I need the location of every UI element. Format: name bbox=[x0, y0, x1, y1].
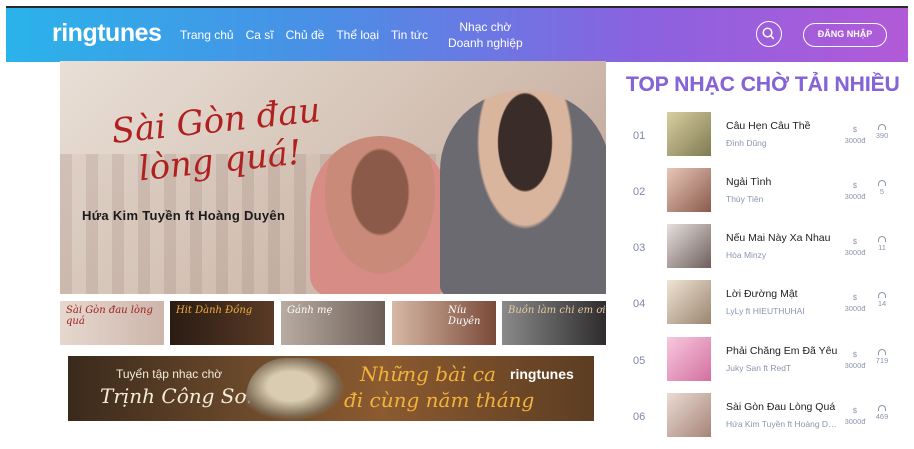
song-cover[interactable] bbox=[667, 112, 711, 156]
song-title[interactable]: Câu Hẹn Câu Thề bbox=[726, 120, 838, 132]
song-cover[interactable] bbox=[667, 280, 711, 324]
download-value: 390 bbox=[875, 131, 889, 140]
price-symbol: $ bbox=[852, 181, 858, 190]
price-value: 3000đ bbox=[844, 361, 866, 370]
song-artist[interactable]: LyLy ft HIEUTHUHAI bbox=[726, 306, 838, 316]
banner-title: Trịnh Công Sơn bbox=[100, 384, 260, 408]
song-cover[interactable] bbox=[667, 337, 711, 381]
download-count: 5 bbox=[872, 180, 892, 197]
download-value: 14 bbox=[877, 299, 887, 308]
price-symbol: $ bbox=[852, 350, 858, 359]
hero-artist: Hứa Kim Tuyền ft Hoàng Duyên bbox=[82, 208, 286, 223]
price: $3000đ bbox=[842, 405, 868, 427]
song-title[interactable]: Nếu Mai Này Xa Nhau bbox=[726, 232, 838, 244]
price-value: 3000đ bbox=[844, 136, 866, 145]
thumbnail-caption: Gánh mẹ bbox=[287, 305, 333, 316]
price: $3000đ bbox=[842, 349, 868, 371]
price: $3000đ bbox=[842, 236, 868, 258]
price-symbol: $ bbox=[852, 125, 858, 134]
thumbnail-1[interactable]: Sài Gòn đau lòng quá bbox=[60, 301, 164, 345]
song-title[interactable]: Phải Chăng Em Đã Yêu bbox=[726, 345, 838, 357]
hero-thumbnails: Sài Gòn đau lòng quá Hit Dành Đồng Gánh … bbox=[60, 301, 606, 345]
song-cover[interactable] bbox=[667, 168, 711, 212]
ringtone-item[interactable]: 03 Nếu Mai Này Xa Nhau Hòa Minzy $3000đ … bbox=[620, 224, 908, 280]
hero-male-singer-image bbox=[440, 91, 606, 294]
thumbnail-2[interactable]: Hit Dành Đồng bbox=[170, 301, 274, 345]
nav-item-business-ringtones[interactable]: Nhạc chờ Doanh nghiệp bbox=[448, 19, 523, 51]
ringtone-item[interactable]: 05 Phải Chăng Em Đã Yêu Juky San ft RedT… bbox=[620, 337, 908, 393]
hero-banner[interactable]: Sài Gòn đau lòng quá! Hứa Kim Tuyền ft H… bbox=[60, 61, 606, 294]
price-value: 3000đ bbox=[844, 417, 866, 426]
search-button[interactable] bbox=[756, 21, 782, 47]
nav-item-genres[interactable]: Thể loại bbox=[336, 28, 379, 42]
song-title[interactable]: Ngải Tình bbox=[726, 176, 838, 188]
nav-item-news[interactable]: Tin tức bbox=[391, 28, 428, 42]
rank-number: 04 bbox=[633, 298, 646, 310]
ringtone-item[interactable]: 04 Lời Đường Mật LyLy ft HIEUTHUHAI $300… bbox=[620, 280, 908, 336]
thumbnail-5[interactable]: Buồn làm chi em ơi bbox=[502, 301, 606, 345]
nav-item-artists[interactable]: Ca sĩ bbox=[246, 28, 274, 42]
price-value: 3000đ bbox=[844, 248, 866, 257]
top-navigation-bar: ringtunes Trang chủ Ca sĩ Chủ đề Thể loạ… bbox=[6, 6, 908, 62]
download-value: 469 bbox=[875, 412, 889, 421]
banner-slogan-line1: Những bài ca bbox=[360, 362, 496, 386]
main-nav: Trang chủ Ca sĩ Chủ đề Thể loại Tin tức … bbox=[180, 8, 535, 62]
song-cover[interactable] bbox=[667, 224, 711, 268]
rank-number: 01 bbox=[633, 130, 646, 142]
song-artist[interactable]: Thùy Tiên bbox=[726, 194, 838, 204]
download-count: 390 bbox=[872, 124, 892, 141]
song-artist[interactable]: Hứa Kim Tuyền ft Hoàng Duyên bbox=[726, 419, 838, 429]
rank-number: 02 bbox=[633, 186, 646, 198]
download-count: 11 bbox=[872, 236, 892, 253]
download-count: 719 bbox=[872, 349, 892, 366]
price: $3000đ bbox=[842, 180, 868, 202]
logo[interactable]: ringtunes bbox=[52, 19, 162, 48]
ringtone-item[interactable]: 01 Câu Hẹn Câu Thề Đình Dũng $3000đ 390 bbox=[620, 112, 908, 168]
login-button[interactable]: ĐĂNG NHẬP bbox=[803, 23, 887, 47]
banner-slogan-line2: đi cùng năm tháng bbox=[344, 388, 535, 412]
download-count: 469 bbox=[872, 405, 892, 422]
song-title[interactable]: Sài Gòn Đau Lòng Quá bbox=[726, 401, 838, 413]
banner-logo: ringtunes bbox=[510, 366, 574, 382]
download-value: 11 bbox=[878, 243, 886, 252]
top-ringtones-title: TOP NHẠC CHỜ TẢI NHIỀU bbox=[626, 73, 900, 96]
download-value: 719 bbox=[875, 356, 889, 365]
song-artist[interactable]: Juky San ft RedT bbox=[726, 363, 838, 373]
ringtone-item[interactable]: 02 Ngải Tình Thùy Tiên $3000đ 5 bbox=[620, 168, 908, 224]
promo-banner-trinh-cong-son[interactable]: Tuyển tập nhạc chờ Trịnh Công Sơn Những … bbox=[68, 356, 594, 421]
thumbnail-4[interactable]: Níu Duyên bbox=[392, 301, 496, 345]
song-artist[interactable]: Hòa Minzy bbox=[726, 250, 838, 260]
price-symbol: $ bbox=[852, 237, 858, 246]
thumbnail-caption: Níu Duyên bbox=[448, 305, 481, 327]
ringtone-item[interactable]: 06 Sài Gòn Đau Lòng Quá Hứa Kim Tuyền ft… bbox=[620, 393, 908, 449]
nav-item-home[interactable]: Trang chủ bbox=[180, 28, 234, 42]
search-icon bbox=[762, 27, 775, 40]
download-count: 14 bbox=[872, 292, 892, 309]
rank-number: 05 bbox=[633, 355, 646, 367]
song-cover[interactable] bbox=[667, 393, 711, 437]
price-value: 3000đ bbox=[844, 304, 866, 313]
song-title[interactable]: Lời Đường Mật bbox=[726, 288, 838, 300]
thumbnail-caption: Hit Dành Đồng bbox=[176, 305, 253, 316]
rank-number: 06 bbox=[633, 411, 646, 423]
price-value: 3000đ bbox=[844, 192, 866, 201]
thumbnail-3[interactable]: Gánh mẹ bbox=[281, 301, 385, 345]
price-symbol: $ bbox=[852, 293, 858, 302]
price-symbol: $ bbox=[852, 406, 858, 415]
thumbnail-caption: Sài Gòn đau lòng quá bbox=[66, 305, 153, 327]
price: $3000đ bbox=[842, 292, 868, 314]
download-value: 5 bbox=[879, 187, 885, 196]
nav-item-business-line1: Nhạc chờ bbox=[459, 20, 512, 34]
banner-subtitle: Tuyển tập nhạc chờ bbox=[116, 367, 223, 381]
banner-portrait-image bbox=[246, 358, 346, 421]
thumbnail-caption: Buồn làm chi em ơi bbox=[508, 305, 606, 316]
price: $3000đ bbox=[842, 124, 868, 146]
nav-item-business-line2: Doanh nghiệp bbox=[447, 36, 523, 50]
nav-item-topics[interactable]: Chủ đề bbox=[286, 28, 325, 42]
song-artist[interactable]: Đình Dũng bbox=[726, 138, 838, 148]
rank-number: 03 bbox=[633, 242, 646, 254]
